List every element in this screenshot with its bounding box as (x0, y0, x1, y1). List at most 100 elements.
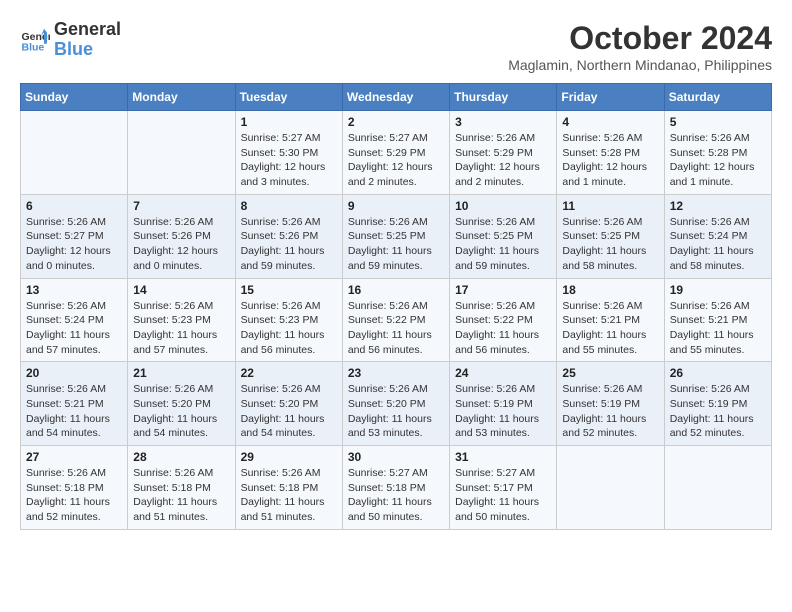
day-info: Sunrise: 5:26 AM Sunset: 5:26 PM Dayligh… (133, 215, 229, 274)
page-header: General Blue General Blue October 2024 M… (20, 20, 772, 73)
day-number: 31 (455, 450, 551, 464)
calendar-week-row: 1 Sunrise: 5:27 AM Sunset: 5:30 PM Daylig… (21, 111, 772, 195)
day-number: 19 (670, 283, 766, 297)
day-number: 23 (348, 366, 444, 380)
logo: General Blue General Blue (20, 20, 121, 60)
calendar-cell: 30 Sunrise: 5:27 AM Sunset: 5:18 PM Dayli… (342, 446, 449, 530)
col-header-sunday: Sunday (21, 84, 128, 111)
day-number: 21 (133, 366, 229, 380)
day-number: 8 (241, 199, 337, 213)
day-info: Sunrise: 5:26 AM Sunset: 5:21 PM Dayligh… (562, 299, 658, 358)
logo-blue: Blue (54, 40, 121, 60)
day-number: 30 (348, 450, 444, 464)
calendar-cell: 12 Sunrise: 5:26 AM Sunset: 5:24 PM Dayli… (664, 194, 771, 278)
calendar-cell: 8 Sunrise: 5:26 AM Sunset: 5:26 PM Daylig… (235, 194, 342, 278)
day-number: 2 (348, 115, 444, 129)
day-info: Sunrise: 5:26 AM Sunset: 5:28 PM Dayligh… (562, 131, 658, 190)
calendar-cell: 31 Sunrise: 5:27 AM Sunset: 5:17 PM Dayli… (450, 446, 557, 530)
col-header-friday: Friday (557, 84, 664, 111)
day-info: Sunrise: 5:26 AM Sunset: 5:27 PM Dayligh… (26, 215, 122, 274)
day-info: Sunrise: 5:26 AM Sunset: 5:25 PM Dayligh… (455, 215, 551, 274)
day-number: 16 (348, 283, 444, 297)
day-number: 22 (241, 366, 337, 380)
day-info: Sunrise: 5:26 AM Sunset: 5:20 PM Dayligh… (133, 382, 229, 441)
day-info: Sunrise: 5:26 AM Sunset: 5:29 PM Dayligh… (455, 131, 551, 190)
day-info: Sunrise: 5:26 AM Sunset: 5:19 PM Dayligh… (670, 382, 766, 441)
col-header-thursday: Thursday (450, 84, 557, 111)
day-info: Sunrise: 5:26 AM Sunset: 5:20 PM Dayligh… (241, 382, 337, 441)
day-number: 12 (670, 199, 766, 213)
calendar-cell: 23Sunrise: 5:26 AM Sunset: 5:20 PM Dayli… (342, 362, 449, 446)
day-number: 29 (241, 450, 337, 464)
day-number: 27 (26, 450, 122, 464)
day-number: 9 (348, 199, 444, 213)
day-info: Sunrise: 5:26 AM Sunset: 5:28 PM Dayligh… (670, 131, 766, 190)
day-number: 28 (133, 450, 229, 464)
calendar-week-row: 20 Sunrise: 5:26 AM Sunset: 5:21 PM Dayli… (21, 362, 772, 446)
day-number: 15 (241, 283, 337, 297)
calendar-cell: 15 Sunrise: 5:26 AM Sunset: 5:23 PM Dayli… (235, 278, 342, 362)
calendar-cell: 22 Sunrise: 5:26 AM Sunset: 5:20 PM Dayli… (235, 362, 342, 446)
day-number: 14 (133, 283, 229, 297)
day-info: Sunrise: 5:26 AM Sunset: 5:26 PM Dayligh… (241, 215, 337, 274)
month-year-title: October 2024 (508, 20, 772, 57)
calendar-week-row: 13Sunrise: 5:26 AM Sunset: 5:24 PM Dayli… (21, 278, 772, 362)
calendar-table: SundayMondayTuesdayWednesdayThursdayFrid… (20, 83, 772, 530)
day-number: 18 (562, 283, 658, 297)
day-info: Sunrise: 5:26 AM Sunset: 5:18 PM Dayligh… (241, 466, 337, 525)
day-info: Sunrise: 5:26 AM Sunset: 5:23 PM Dayligh… (241, 299, 337, 358)
col-header-monday: Monday (128, 84, 235, 111)
location-subtitle: Maglamin, Northern Mindanao, Philippines (508, 57, 772, 73)
calendar-cell: 28 Sunrise: 5:26 AM Sunset: 5:18 PM Dayli… (128, 446, 235, 530)
calendar-cell: 1 Sunrise: 5:27 AM Sunset: 5:30 PM Daylig… (235, 111, 342, 195)
calendar-cell: 13Sunrise: 5:26 AM Sunset: 5:24 PM Dayli… (21, 278, 128, 362)
calendar-cell: 27Sunrise: 5:26 AM Sunset: 5:18 PM Dayli… (21, 446, 128, 530)
day-info: Sunrise: 5:26 AM Sunset: 5:25 PM Dayligh… (562, 215, 658, 274)
day-number: 1 (241, 115, 337, 129)
day-info: Sunrise: 5:27 AM Sunset: 5:30 PM Dayligh… (241, 131, 337, 190)
calendar-cell: 16 Sunrise: 5:26 AM Sunset: 5:22 PM Dayli… (342, 278, 449, 362)
calendar-cell: 17 Sunrise: 5:26 AM Sunset: 5:22 PM Dayli… (450, 278, 557, 362)
calendar-cell: 20 Sunrise: 5:26 AM Sunset: 5:21 PM Dayli… (21, 362, 128, 446)
calendar-cell: 11 Sunrise: 5:26 AM Sunset: 5:25 PM Dayli… (557, 194, 664, 278)
day-number: 7 (133, 199, 229, 213)
day-number: 11 (562, 199, 658, 213)
col-header-saturday: Saturday (664, 84, 771, 111)
day-number: 5 (670, 115, 766, 129)
title-section: October 2024 Maglamin, Northern Mindanao… (508, 20, 772, 73)
calendar-cell: 21 Sunrise: 5:26 AM Sunset: 5:20 PM Dayli… (128, 362, 235, 446)
calendar-week-row: 6 Sunrise: 5:26 AM Sunset: 5:27 PM Daylig… (21, 194, 772, 278)
day-number: 3 (455, 115, 551, 129)
day-number: 17 (455, 283, 551, 297)
calendar-cell: 18 Sunrise: 5:26 AM Sunset: 5:21 PM Dayli… (557, 278, 664, 362)
day-info: Sunrise: 5:26 AM Sunset: 5:22 PM Dayligh… (348, 299, 444, 358)
day-info: Sunrise: 5:26 AM Sunset: 5:21 PM Dayligh… (670, 299, 766, 358)
calendar-cell: 6 Sunrise: 5:26 AM Sunset: 5:27 PM Daylig… (21, 194, 128, 278)
svg-text:Blue: Blue (22, 41, 45, 53)
day-info: Sunrise: 5:26 AM Sunset: 5:21 PM Dayligh… (26, 382, 122, 441)
day-info: Sunrise: 5:26 AM Sunset: 5:18 PM Dayligh… (133, 466, 229, 525)
day-number: 10 (455, 199, 551, 213)
calendar-cell: 3 Sunrise: 5:26 AM Sunset: 5:29 PM Daylig… (450, 111, 557, 195)
day-info: Sunrise: 5:26 AM Sunset: 5:24 PM Dayligh… (670, 215, 766, 274)
calendar-cell (128, 111, 235, 195)
calendar-cell: 26 Sunrise: 5:26 AM Sunset: 5:19 PM Dayli… (664, 362, 771, 446)
day-number: 6 (26, 199, 122, 213)
day-number: 20 (26, 366, 122, 380)
calendar-cell: 24Sunrise: 5:26 AM Sunset: 5:19 PM Dayli… (450, 362, 557, 446)
day-info: Sunrise: 5:26 AM Sunset: 5:23 PM Dayligh… (133, 299, 229, 358)
calendar-cell: 4Sunrise: 5:26 AM Sunset: 5:28 PM Daylig… (557, 111, 664, 195)
day-info: Sunrise: 5:27 AM Sunset: 5:17 PM Dayligh… (455, 466, 551, 525)
day-info: Sunrise: 5:27 AM Sunset: 5:29 PM Dayligh… (348, 131, 444, 190)
calendar-cell (664, 446, 771, 530)
calendar-cell: 5 Sunrise: 5:26 AM Sunset: 5:28 PM Daylig… (664, 111, 771, 195)
calendar-cell: 10 Sunrise: 5:26 AM Sunset: 5:25 PM Dayli… (450, 194, 557, 278)
col-header-tuesday: Tuesday (235, 84, 342, 111)
day-info: Sunrise: 5:26 AM Sunset: 5:22 PM Dayligh… (455, 299, 551, 358)
day-info: Sunrise: 5:27 AM Sunset: 5:18 PM Dayligh… (348, 466, 444, 525)
calendar-cell: 19 Sunrise: 5:26 AM Sunset: 5:21 PM Dayli… (664, 278, 771, 362)
logo-general: General (54, 20, 121, 40)
day-number: 26 (670, 366, 766, 380)
day-info: Sunrise: 5:26 AM Sunset: 5:24 PM Dayligh… (26, 299, 122, 358)
calendar-cell: 29 Sunrise: 5:26 AM Sunset: 5:18 PM Dayli… (235, 446, 342, 530)
